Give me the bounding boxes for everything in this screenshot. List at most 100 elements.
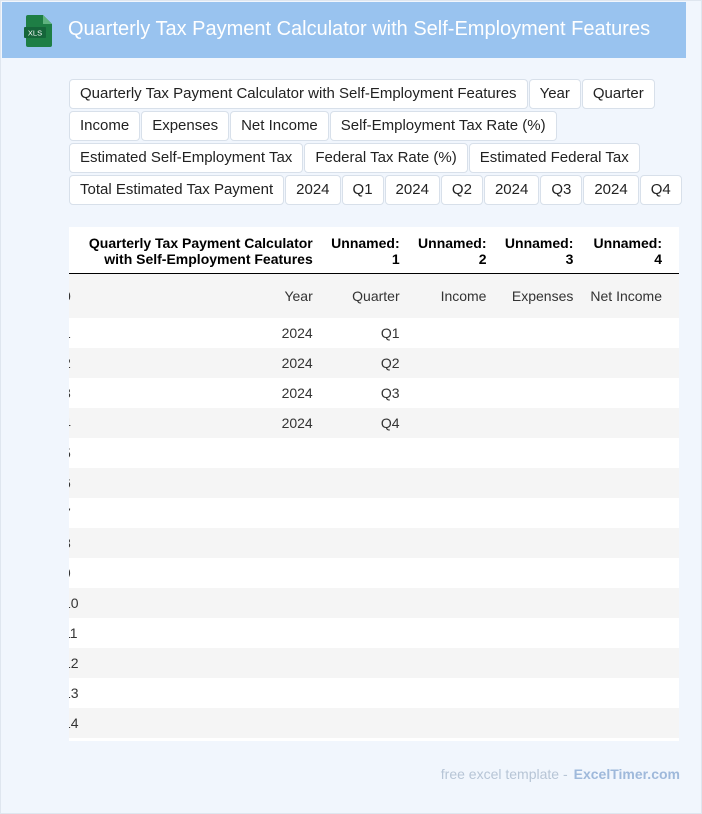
table-cell[interactable] [329, 708, 417, 738]
table-cell[interactable] [416, 708, 504, 738]
table-cell[interactable] [590, 708, 679, 738]
column-chip[interactable]: Estimated Self-Employment Tax [69, 143, 304, 173]
table-cell[interactable] [503, 438, 591, 468]
table-cell[interactable] [590, 378, 679, 408]
table-cell[interactable] [503, 318, 591, 348]
table-cell[interactable]: Q2 [329, 348, 417, 378]
footer-brand-link[interactable]: ExcelTimer.com [574, 766, 680, 782]
column-chip[interactable]: Estimated Federal Tax [468, 143, 640, 173]
table-cell[interactable] [503, 618, 591, 648]
table-cell[interactable] [78, 558, 330, 588]
table-cell[interactable] [78, 528, 330, 558]
table-cell[interactable] [78, 648, 330, 678]
table-cell[interactable] [503, 678, 591, 708]
column-chip[interactable]: Quarterly Tax Payment Calculator with Se… [69, 79, 528, 109]
table-cell[interactable] [329, 528, 417, 558]
table-cell[interactable] [503, 378, 591, 408]
table-cell[interactable] [416, 528, 504, 558]
column-chip[interactable]: Q2 [440, 175, 483, 205]
column-chip[interactable]: Q1 [341, 175, 384, 205]
data-table-container[interactable]: Quarterly Tax Payment Calculator with Se… [69, 227, 679, 741]
column-chip[interactable]: Q3 [540, 175, 583, 205]
column-chip[interactable]: 2024 [583, 175, 639, 205]
table-cell[interactable] [416, 378, 504, 408]
table-cell[interactable] [590, 318, 679, 348]
table-cell[interactable] [590, 468, 679, 498]
table-cell[interactable] [78, 468, 330, 498]
column-chip[interactable]: Total Estimated Tax Payment [69, 175, 285, 205]
table-cell[interactable]: 2024 [78, 408, 330, 438]
table-cell[interactable] [329, 588, 417, 618]
table-cell[interactable] [590, 618, 679, 648]
table-cell[interactable] [590, 408, 679, 438]
table-cell[interactable]: Net Income [590, 273, 679, 318]
table-cell[interactable] [78, 708, 330, 738]
table-cell[interactable] [78, 588, 330, 618]
table-header-row: Quarterly Tax Payment Calculator with Se… [69, 227, 679, 274]
table-cell[interactable] [78, 498, 330, 528]
table-cell[interactable] [590, 588, 679, 618]
chip-row: Quarterly Tax Payment Calculator with Se… [69, 79, 694, 111]
table-cell[interactable] [416, 438, 504, 468]
column-chip[interactable]: 2024 [285, 175, 341, 205]
table-cell[interactable] [503, 498, 591, 528]
column-chip[interactable]: Net Income [230, 111, 329, 141]
table-cell[interactable]: Q4 [329, 408, 417, 438]
table-cell[interactable]: Q3 [329, 378, 417, 408]
table-cell[interactable]: Q1 [329, 318, 417, 348]
table-cell[interactable] [416, 588, 504, 618]
table-cell[interactable] [590, 648, 679, 678]
table-cell[interactable] [416, 348, 504, 378]
table-row: 8 [69, 528, 679, 558]
column-chip[interactable]: Self-Employment Tax Rate (%) [329, 111, 557, 141]
table-cell[interactable] [416, 558, 504, 588]
table-cell[interactable]: Expenses [503, 273, 591, 318]
table-cell[interactable] [329, 468, 417, 498]
table-cell[interactable] [590, 498, 679, 528]
table-cell[interactable]: 2024 [78, 348, 330, 378]
table-cell[interactable] [78, 438, 330, 468]
table-cell[interactable] [590, 348, 679, 378]
table-cell[interactable]: 2024 [78, 378, 330, 408]
table-cell[interactable] [416, 468, 504, 498]
table-cell[interactable] [503, 468, 591, 498]
table-cell[interactable] [416, 318, 504, 348]
column-chip[interactable]: Federal Tax Rate (%) [304, 143, 468, 173]
table-cell[interactable] [416, 648, 504, 678]
table-cell[interactable] [416, 408, 504, 438]
column-chip[interactable]: Q4 [639, 175, 682, 205]
column-chip[interactable]: 2024 [483, 175, 540, 205]
column-chip[interactable]: Income [69, 111, 141, 141]
table-cell[interactable] [590, 558, 679, 588]
table-cell[interactable]: Year [78, 273, 330, 318]
column-chip[interactable]: 2024 [384, 175, 440, 205]
table-cell[interactable] [329, 498, 417, 528]
table-cell[interactable]: Income [416, 273, 504, 318]
table-cell[interactable] [416, 678, 504, 708]
table-cell[interactable] [590, 678, 679, 708]
table-cell[interactable] [503, 588, 591, 618]
table-cell[interactable] [329, 558, 417, 588]
row-index: 4 [69, 408, 79, 438]
table-cell[interactable] [329, 618, 417, 648]
table-cell[interactable] [503, 408, 591, 438]
table-cell[interactable] [416, 498, 504, 528]
table-cell[interactable] [503, 708, 591, 738]
table-cell[interactable] [503, 558, 591, 588]
table-cell[interactable] [503, 648, 591, 678]
table-cell[interactable] [503, 348, 591, 378]
table-cell[interactable] [329, 678, 417, 708]
table-cell[interactable] [78, 678, 330, 708]
table-cell[interactable] [503, 528, 591, 558]
table-cell[interactable] [416, 618, 504, 648]
table-cell[interactable] [590, 528, 679, 558]
table-cell[interactable] [329, 438, 417, 468]
table-cell[interactable] [590, 438, 679, 468]
table-cell[interactable]: Quarter [329, 273, 417, 318]
column-chip[interactable]: Year [528, 79, 581, 109]
column-chip[interactable]: Quarter [581, 79, 655, 109]
column-chip[interactable]: Expenses [141, 111, 230, 141]
table-cell[interactable]: 2024 [78, 318, 330, 348]
table-cell[interactable] [329, 648, 417, 678]
table-cell[interactable] [78, 618, 330, 648]
